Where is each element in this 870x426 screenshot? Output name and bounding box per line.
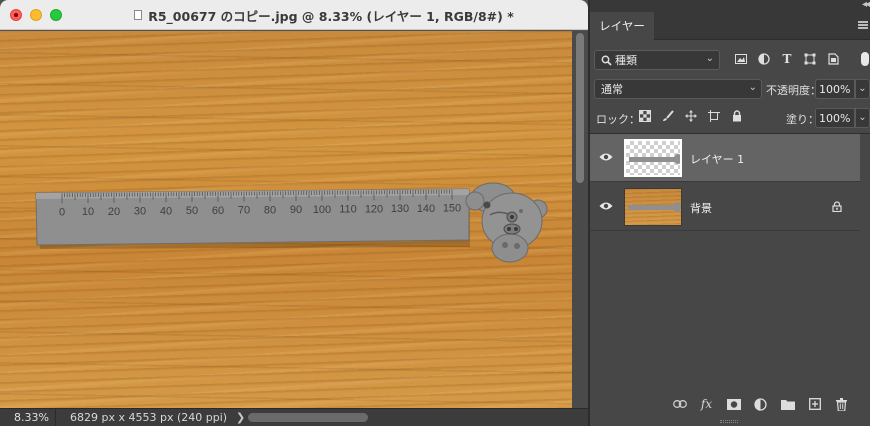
filter-adjustment-icon[interactable] [757,52,771,66]
layer-name[interactable]: レイヤー 1 [690,151,744,167]
link-icon[interactable] [672,397,687,411]
panel-resize-grip[interactable] [720,420,738,423]
horizontal-scroll-thumb[interactable] [248,413,368,422]
search-icon [601,55,612,66]
layer-row-background[interactable]: 背景 [590,183,860,231]
ruler-tick-label: 120 [365,203,383,215]
ruler-tick-label: 10 [82,206,94,218]
layers-list: レイヤー 1 背景 [590,133,870,387]
fx-icon[interactable]: fx [699,397,714,411]
filter-pixel-icon[interactable] [734,52,748,66]
mask-icon[interactable] [726,397,741,411]
chevron-down-icon: ⌄ [705,53,714,64]
ruler-tick-label: 50 [186,205,198,217]
document-icon [134,10,143,20]
filter-label: 種類 [615,54,637,67]
lock-artboard-icon[interactable] [707,109,721,123]
adjustment-icon[interactable] [753,397,768,411]
opacity-label: 不透明度： [766,84,821,97]
opacity-field[interactable]: 100% [815,79,855,99]
lock-position-icon[interactable] [684,109,698,123]
status-bar: 8.33% 6829 px x 4553 px (240 ppi) ❯ [0,408,588,426]
ruler-tick-label: 70 [238,205,250,217]
trash-icon[interactable] [834,397,849,411]
new-layer-icon[interactable] [807,397,822,411]
filter-shape-icon[interactable] [803,52,817,66]
filter-toggle[interactable] [861,52,869,66]
fill-dropdown-button[interactable]: ⌄ [855,108,870,128]
ruler-tick-label: 20 [108,206,120,218]
document-window: R5_00677 のコピー.jpg @ 8.33% (レイヤー 1, RGB/8… [0,0,588,426]
vertical-scroll-thumb[interactable] [576,33,584,183]
visibility-eye-icon[interactable] [599,201,613,211]
ruler-tick-label: 150 [443,203,461,215]
lock-transparent-pixels-icon[interactable] [638,109,652,123]
layer-thumbnail[interactable] [624,188,682,226]
lock-image-pixels-icon[interactable] [661,109,675,123]
window-title: R5_00677 のコピー.jpg @ 8.33% (レイヤー 1, RGB/8… [148,8,514,24]
ruler-tick-label: 100 [313,204,331,216]
blend-mode-select[interactable]: 通常 ⌄ [594,79,762,99]
panel-tab-bar: レイヤー [590,12,870,40]
tab-layers[interactable]: レイヤー [590,12,654,40]
layer-row-layer1[interactable]: レイヤー 1 [590,134,860,182]
ruler-tick-label: 0 [59,206,65,218]
fill-field[interactable]: 100% [815,108,855,128]
ruler-tick-label: 30 [134,206,146,218]
title-bar[interactable]: R5_00677 のコピー.jpg @ 8.33% (レイヤー 1, RGB/8… [0,0,588,30]
filter-smart-object-icon[interactable] [826,52,840,66]
panel-menu-icon[interactable] [858,21,868,29]
blend-mode-value: 通常 [601,83,623,96]
lock-all-icon[interactable] [730,109,744,123]
vertical-scrollbar[interactable] [572,31,588,408]
collapse-panel-icon[interactable]: ◂◂ [862,0,870,10]
folder-icon[interactable] [780,397,795,411]
ruler-head [465,182,548,263]
layer-filter-select[interactable]: 種類 ⌄ [594,50,720,70]
ruler-tick-label: 140 [417,203,435,215]
panel-bottom-toolbar: fx [672,397,849,411]
visibility-eye-icon[interactable] [599,152,613,162]
document-info: 6829 px x 4553 px (240 ppi) [70,411,228,424]
zoom-level[interactable]: 8.33% [0,408,56,426]
ruler-tick-label: 80 [264,204,276,216]
ruler-photo: 0 10 20 30 40 50 60 70 80 90 100 110 120 130 140 150 [35,182,548,263]
layers-panel: ◂◂ レイヤー 種類 ⌄ T 通常 ⌄ 不透明度： 100% ⌄ ロック： 塗り… [588,0,870,426]
ruler-tick-label: 110 [339,204,357,216]
ruler-tick-label: 60 [212,205,224,217]
opacity-value: 100% [819,82,851,96]
layer-lock-icon [832,201,842,212]
layer-thumbnail[interactable] [624,139,682,177]
ruler-tick-label: 90 [290,204,302,216]
chevron-down-icon: ⌄ [748,82,757,93]
fill-value: 100% [819,111,851,125]
status-arrow-icon[interactable]: ❯ [236,411,248,424]
lock-icons [638,109,744,123]
layer-name[interactable]: 背景 [690,200,712,216]
filter-type-icon[interactable]: T [780,52,794,66]
opacity-dropdown-button[interactable]: ⌄ [855,79,870,99]
ruler-tick-label: 130 [391,203,409,215]
image-canvas[interactable]: 0 10 20 30 40 50 60 70 80 90 100 110 120 130 140 150 [0,31,572,408]
ruler-tick-label: 40 [160,205,172,217]
filter-icons: T [734,52,840,66]
lock-label: ロック： [596,113,640,126]
